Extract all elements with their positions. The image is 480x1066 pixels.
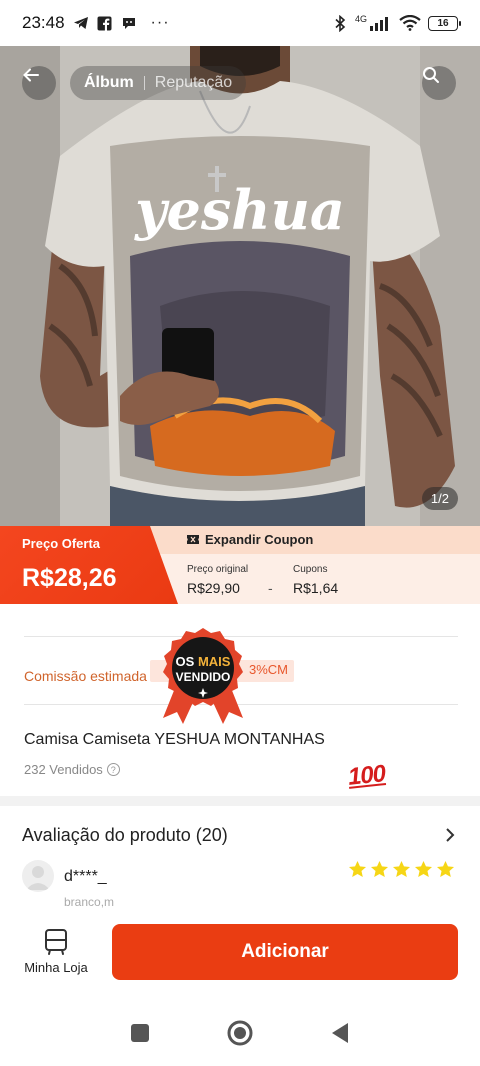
coupons-value: R$1,64 bbox=[293, 580, 339, 596]
battery-icon: 16 bbox=[428, 15, 461, 31]
search-button[interactable] bbox=[422, 66, 456, 100]
original-price-label: Preço original bbox=[187, 564, 249, 575]
store-icon bbox=[45, 929, 67, 955]
bottom-action-bar: Minha Loja Adicionar bbox=[0, 920, 480, 990]
expand-coupon-button[interactable]: Expandir Coupon bbox=[186, 532, 313, 547]
hundred-points-emoji: 100 bbox=[346, 760, 387, 791]
product-image-carousel[interactable]: yeshua Álbum Reputação 1/2 bbox=[0, 46, 480, 526]
original-price-value: R$29,90 bbox=[187, 580, 240, 596]
seal-line1-highlight: MAIS bbox=[198, 654, 231, 669]
reviewer-name: d****_ bbox=[64, 868, 107, 885]
search-icon bbox=[423, 67, 439, 83]
commission-label: Comissão estimada bbox=[24, 668, 147, 684]
my-store-label: Minha Loja bbox=[24, 960, 88, 975]
back-nav-button[interactable] bbox=[325, 1018, 355, 1048]
tab-album[interactable]: Álbum bbox=[84, 74, 134, 92]
reviews-title[interactable]: Avaliação do produto (20) bbox=[22, 825, 228, 846]
facebook-icon bbox=[97, 15, 113, 31]
reviewer-variant: branco,m bbox=[64, 895, 115, 909]
recents-button[interactable] bbox=[125, 1018, 155, 1048]
product-photo: yeshua bbox=[0, 46, 480, 526]
home-button[interactable] bbox=[225, 1018, 255, 1048]
back-arrow-icon bbox=[23, 68, 39, 82]
system-nav-bar bbox=[0, 1000, 480, 1066]
rating-stars bbox=[348, 860, 455, 878]
status-system-icons: 4G 16 bbox=[332, 14, 461, 32]
square-icon bbox=[131, 1024, 149, 1042]
price-separator: - bbox=[268, 580, 273, 596]
more-notifications-indicator: ··· bbox=[150, 14, 170, 31]
tab-separator bbox=[143, 76, 145, 90]
sold-count-text: 232 Vendidos bbox=[24, 762, 103, 777]
product-title: Camisa Camiseta YESHUA MONTANHAS bbox=[24, 731, 325, 748]
star-icon bbox=[414, 860, 433, 878]
seal-line2: VENDIDO bbox=[176, 670, 231, 684]
commission-value: 3%CM bbox=[249, 662, 289, 677]
triangle-back-icon bbox=[332, 1023, 348, 1043]
offer-price-label: Preço Oferta bbox=[22, 536, 101, 551]
network-type-label: 4G bbox=[354, 14, 367, 24]
status-bar: 23:48 ··· 4G 16 bbox=[0, 0, 480, 46]
section-gap bbox=[0, 796, 480, 806]
best-seller-seal: OS MAIS VENDIDO bbox=[155, 626, 251, 726]
price-banner: Preço Oferta R$28,26 Expandir Coupon Pre… bbox=[0, 526, 480, 604]
add-button[interactable]: Adicionar bbox=[112, 924, 458, 980]
expand-coupon-label: Expandir Coupon bbox=[205, 532, 314, 547]
image-counter: 1/2 bbox=[421, 487, 458, 510]
my-store-button[interactable]: Minha Loja bbox=[20, 928, 92, 984]
reviewer-avatar bbox=[22, 860, 54, 892]
coupon-ticket-icon bbox=[187, 535, 199, 544]
seal-line1: OS bbox=[176, 654, 195, 669]
sold-count: 232 Vendidos ? bbox=[24, 762, 120, 777]
status-time: 23:48 bbox=[22, 13, 65, 32]
bluetooth-icon bbox=[332, 14, 348, 32]
wifi-icon bbox=[399, 15, 421, 31]
back-button[interactable] bbox=[22, 66, 56, 100]
product-page: 23:48 ··· 4G 16 yeshua Álbum Reputação 1… bbox=[0, 0, 480, 1066]
battery-level: 16 bbox=[437, 17, 449, 29]
telegram-icon bbox=[73, 15, 89, 31]
status-notification-icons: ··· bbox=[73, 14, 170, 32]
chat-bubble-icon bbox=[121, 15, 137, 31]
offer-price-value: R$28,26 bbox=[22, 564, 117, 592]
image-tabs: Álbum Reputação bbox=[70, 66, 247, 100]
chevron-right-icon[interactable] bbox=[444, 826, 456, 849]
star-icon bbox=[348, 860, 367, 878]
svg-text:OS MAIS: OS MAIS bbox=[176, 654, 231, 669]
coupons-label: Cupons bbox=[293, 564, 328, 575]
shirt-print-text: yeshua bbox=[134, 178, 345, 242]
tab-reputation[interactable]: Reputação bbox=[155, 74, 232, 92]
star-icon bbox=[370, 860, 389, 878]
star-icon bbox=[392, 860, 411, 878]
star-icon bbox=[436, 860, 455, 878]
info-icon[interactable]: ? bbox=[106, 763, 120, 776]
signal-icon bbox=[370, 15, 392, 31]
circle-icon bbox=[227, 1020, 253, 1046]
